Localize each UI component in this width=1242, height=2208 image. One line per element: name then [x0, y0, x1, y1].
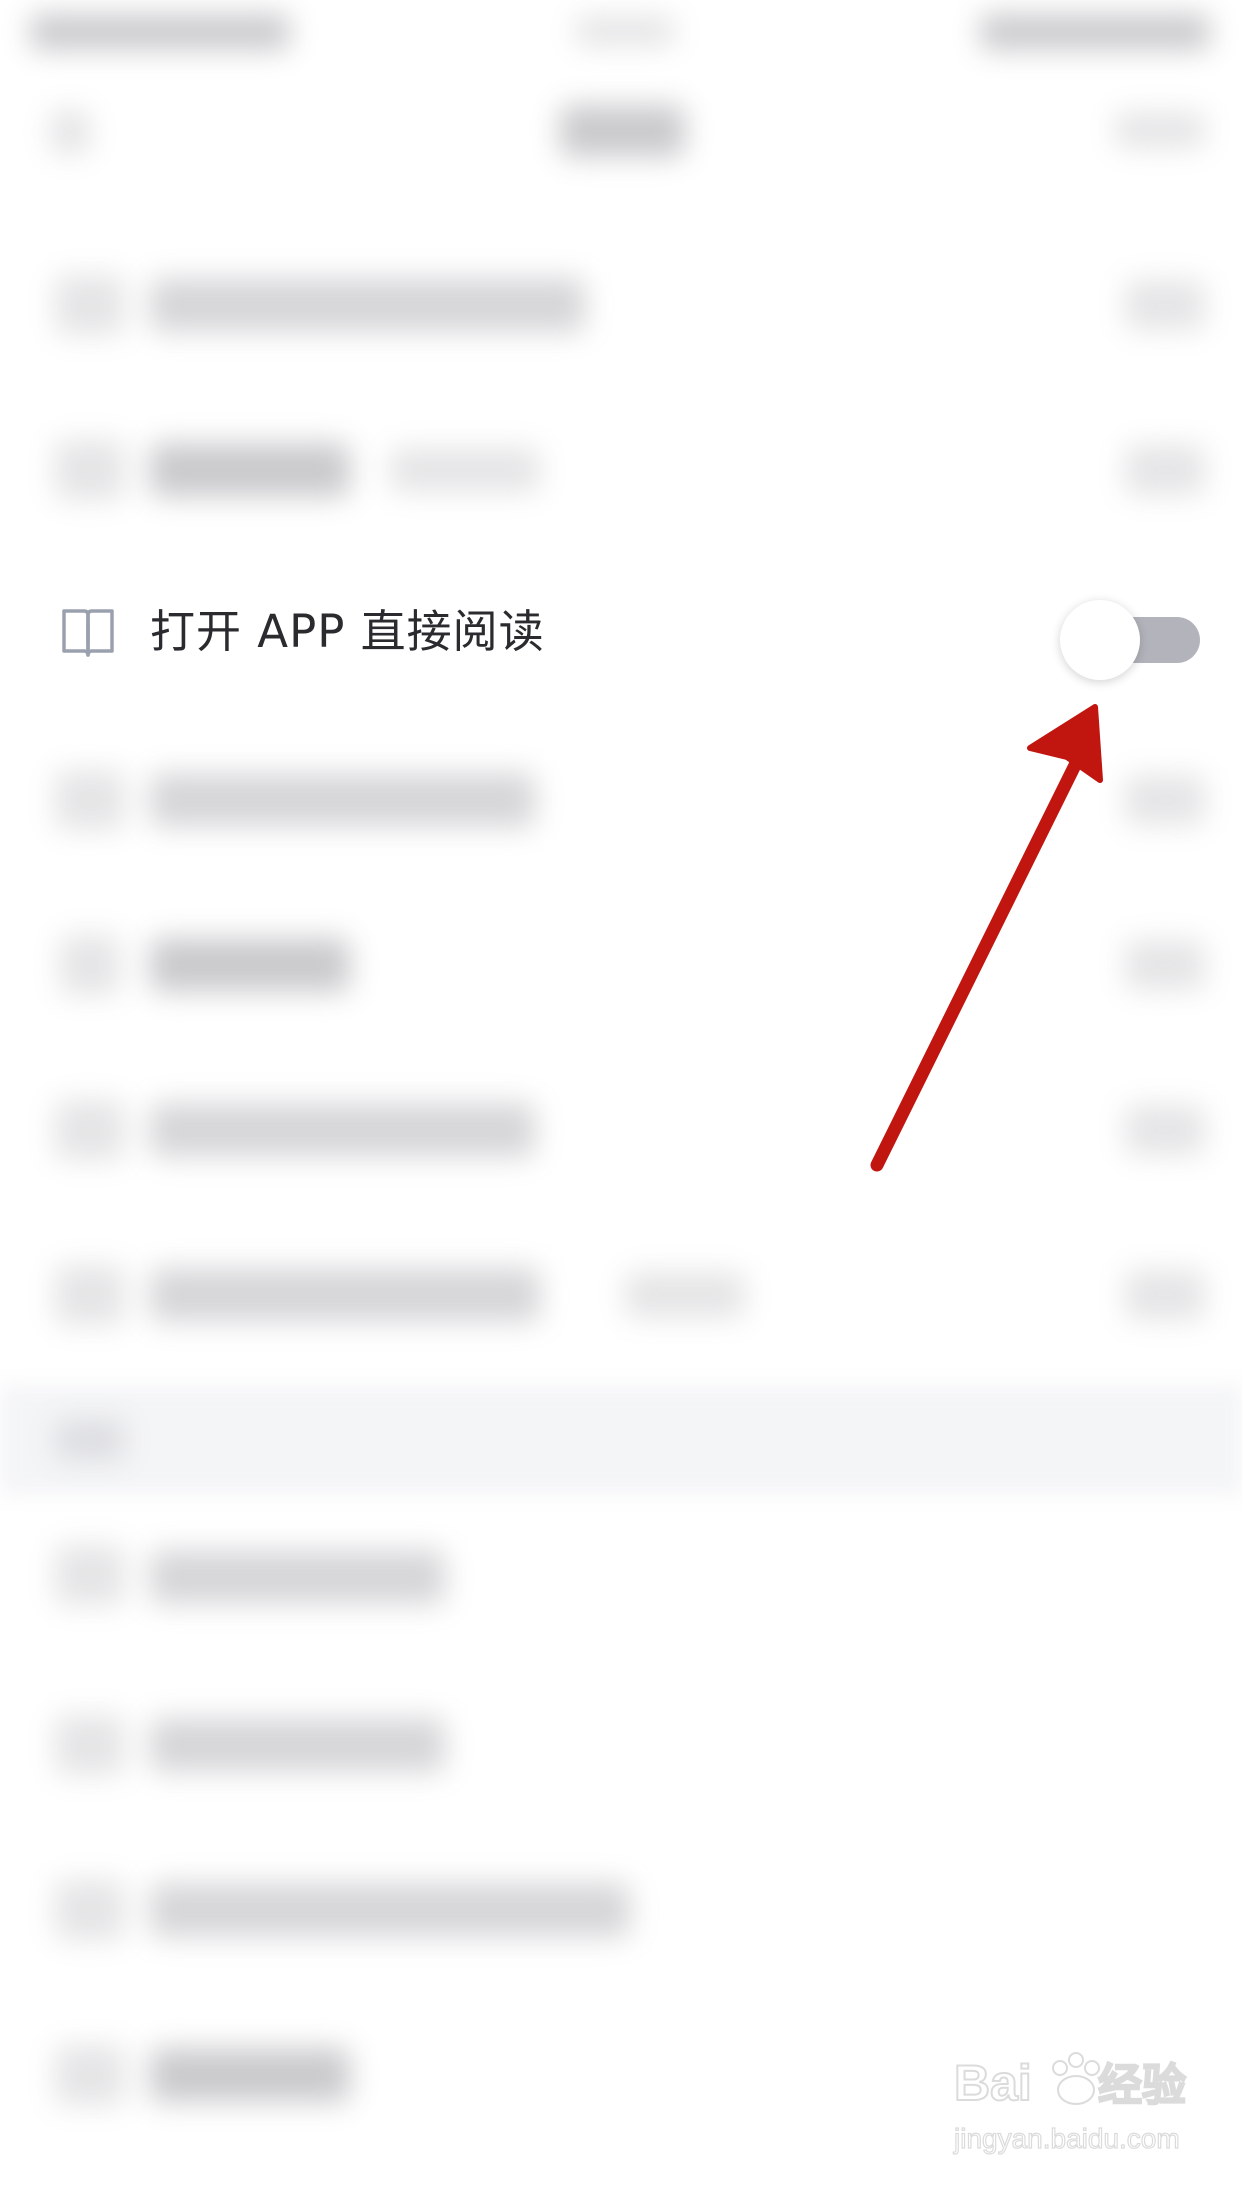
section-header — [0, 1385, 1242, 1495]
page-title — [560, 105, 685, 157]
setting-label: 打开 APP 直接阅读 — [150, 605, 545, 658]
svg-text:Bai: Bai — [954, 2055, 1032, 2111]
open-app-toggle[interactable] — [1060, 590, 1200, 680]
setting-row-open-app-read[interactable]: 打开 APP 直接阅读 — [0, 580, 1242, 685]
toggle-knob — [1060, 600, 1140, 680]
back-icon[interactable] — [50, 110, 90, 154]
book-icon — [60, 605, 116, 661]
nav-bar — [0, 60, 1242, 190]
settings-screen: 打开 APP 直接阅读 Bai 经验 jingyan.baidu.com — [0, 0, 1242, 2208]
svg-text:经验: 经验 — [1098, 2061, 1186, 2110]
status-bar — [0, 0, 1242, 60]
svg-text:jingyan.baidu.com: jingyan.baidu.com — [953, 2123, 1180, 2154]
baidu-watermark-logo: Bai 经验 jingyan.baidu.com — [952, 2052, 1187, 2155]
